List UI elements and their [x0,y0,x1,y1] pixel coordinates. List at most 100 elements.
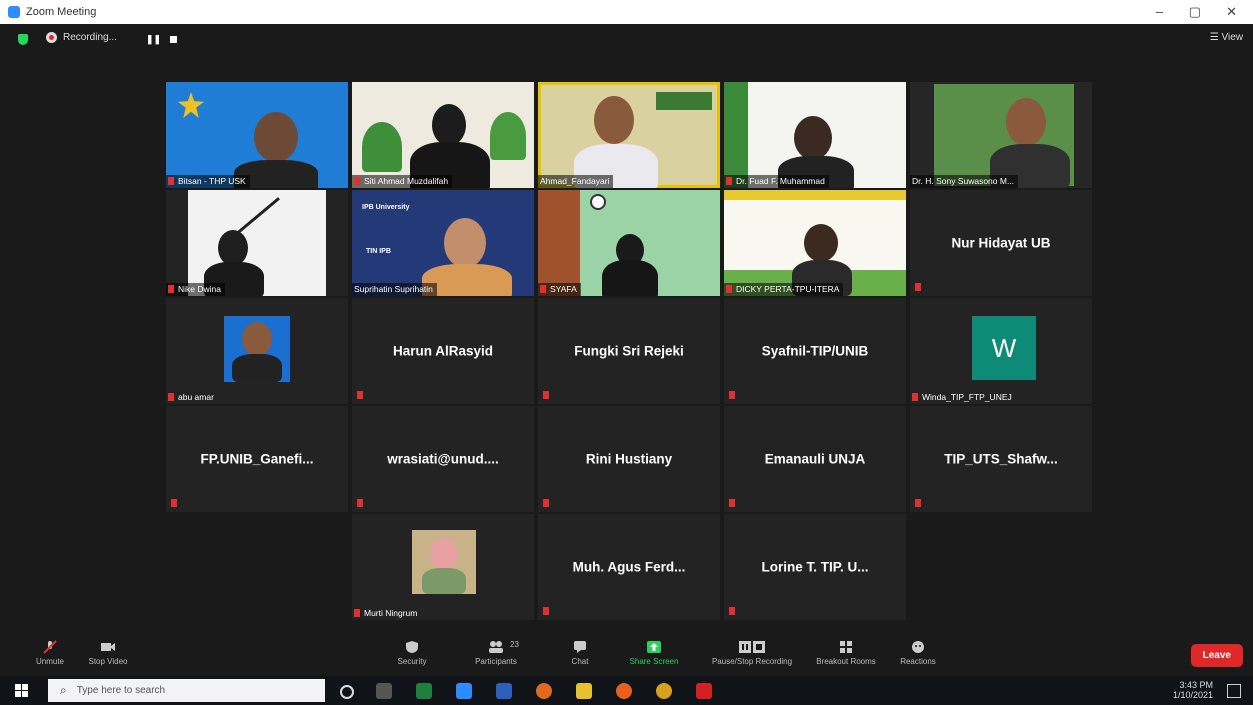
participant-name: Nur Hidayat UB [951,235,1051,251]
video-tile[interactable]: Bitsan - THP USK [166,82,348,188]
participant-tile[interactable]: Emanauli UNJA [724,406,906,512]
participant-name-label: Dr. H. Sony Suwasono M... [910,175,1019,188]
muted-mic-icon [729,607,735,615]
zoom-taskbar-icon[interactable] [456,683,472,699]
smiley-icon [912,641,924,653]
window-title: Zoom Meeting [26,6,97,18]
participant-head [432,104,466,146]
video-tile[interactable]: Siti Ahmad Muzdalifah [352,82,534,188]
muted-mic-icon [168,177,174,185]
participant-tile[interactable]: Syafnil-TIP/UNIB [724,298,906,404]
participant-name: Emanauli UNJA [764,451,866,467]
participant-name-label: Dr. Fuad F. Muhammad [724,175,829,188]
chrome-icon[interactable] [656,683,672,699]
cortana-icon[interactable] [340,685,354,699]
participant-name: TIP_UTS_Shafw... [944,451,1058,467]
banner-decoration [724,82,748,188]
close-button[interactable]: ✕ [1226,4,1237,20]
breakout-rooms-icon [840,641,852,653]
firefox-icon[interactable] [616,683,632,699]
participant-name: Lorine T. TIP. U... [761,559,869,575]
video-camera-icon [101,643,115,651]
breakout-rooms-button[interactable]: Breakout Rooms [806,640,886,666]
participant-tile[interactable]: Muh. Agus Ferd... [538,514,720,620]
participant-name: Syafnil-TIP/UNIB [761,343,869,359]
notification-icon[interactable] [1227,684,1241,698]
participant-name-label: Ahmad_Fandayari [538,175,614,188]
encryption-shield-icon[interactable] [18,34,28,45]
stop-recording-icon[interactable] [170,36,177,43]
participant-head [794,116,832,160]
system-clock[interactable]: 3:43 PM 1/10/2021 [1173,680,1213,700]
share-screen-button[interactable]: Share Screen [614,640,694,666]
browser-icon[interactable] [536,683,552,699]
muted-mic-icon [915,499,921,507]
participant-tile[interactable]: W Winda_TIP_FTP_UNEJ [910,298,1092,404]
minimize-button[interactable]: – [1156,4,1163,19]
participant-name-label: DICKY PERTA-TPU-ITERA [724,283,844,296]
participant-head [430,538,458,570]
video-tile[interactable]: SYAFA [538,190,720,296]
pause-stop-recording-button[interactable]: Pause/Stop Recording [702,640,802,666]
word-icon[interactable] [496,683,512,699]
video-tile[interactable]: Dr. Fuad F. Muhammad [724,82,906,188]
participant-tile[interactable]: Murti Ningrum [352,514,534,620]
participant-tile[interactable]: wrasiati@unud.... [352,406,534,512]
video-tile[interactable]: Dr. H. Sony Suwasono M... [910,82,1092,188]
participant-tile[interactable]: Rini Hustiany [538,406,720,512]
participant-tile[interactable]: abu amar [166,298,348,404]
windows-taskbar: ⌕ Type here to search 3:43 PM 1/10/2021 [0,676,1253,705]
muted-mic-icon [543,391,549,399]
participant-name-label: Winda_TIP_FTP_UNEJ [910,391,1016,404]
leave-meeting-button[interactable]: Leave [1190,644,1243,667]
video-tile[interactable]: Nike Dwina [166,190,348,296]
security-button[interactable]: Security [372,640,452,666]
participant-tile[interactable]: FP.UNIB_Ganefi... [166,406,348,512]
video-tile[interactable]: DICKY PERTA-TPU-ITERA [724,190,906,296]
excel-icon[interactable] [416,683,432,699]
participant-tile[interactable]: TIP_UTS_Shafw... [910,406,1092,512]
plant-decoration [490,112,526,160]
banner-decoration [724,190,906,200]
participant-head [1006,98,1046,146]
participant-name: Rini Hustiany [585,451,673,467]
view-button[interactable]: ☰ View [1210,32,1243,43]
participant-head [218,230,248,266]
file-explorer-icon[interactable] [576,683,592,699]
participant-name-label: Nike Dwina [166,283,225,296]
participant-name: FP.UNIB_Ganefi... [200,451,314,467]
recording-indicator: Recording... [46,32,117,43]
participant-name-label: Siti Ahmad Muzdalifah [352,175,453,188]
muted-mic-icon [543,607,549,615]
task-view-icon[interactable] [376,683,392,699]
video-tile[interactable]: IPB University TIN IPB Suprihatin Suprih… [352,190,534,296]
university-logo-icon [178,92,204,118]
maximize-button[interactable]: ▢ [1189,4,1201,20]
participant-tile[interactable]: Lorine T. TIP. U... [724,514,906,620]
participant-tile[interactable]: Harun AlRasyid [352,298,534,404]
muted-mic-icon [729,499,735,507]
pause-recording-icon[interactable]: ❚❚ [146,34,161,45]
taskbar-search-box[interactable]: ⌕ Type here to search [48,679,325,702]
participant-tile[interactable]: Fungki Sri Rejeki [538,298,720,404]
acrobat-icon[interactable] [696,683,712,699]
meeting-topbar: Recording... ❚❚ ☰ View [0,24,1253,56]
participants-button[interactable]: Participants [456,640,536,666]
zoom-app-icon [8,6,20,18]
participant-head [254,112,298,162]
participant-name-label: Suprihatin Suprihatin [352,283,437,296]
participant-name-label: Murti Ningrum [352,607,421,620]
active-speaker-tile[interactable]: Ahmad_Fandayari [538,82,720,188]
participant-count: 23 [510,640,519,649]
muted-mic-icon [171,499,177,507]
muted-mic-icon [357,391,363,399]
reactions-button[interactable]: Reactions [878,640,958,666]
meeting-toolbar: Unmute Stop Video Security Participants … [0,636,1253,676]
participant-name-label: Bitsan - THP USK [166,175,250,188]
chat-button[interactable]: Chat [540,640,620,666]
windows-start-icon[interactable] [15,684,28,697]
search-placeholder: Type here to search [76,685,166,696]
participant-tile[interactable]: Nur Hidayat UB [910,190,1092,296]
stop-video-button[interactable]: Stop Video [68,640,148,666]
participant-head [594,96,634,144]
